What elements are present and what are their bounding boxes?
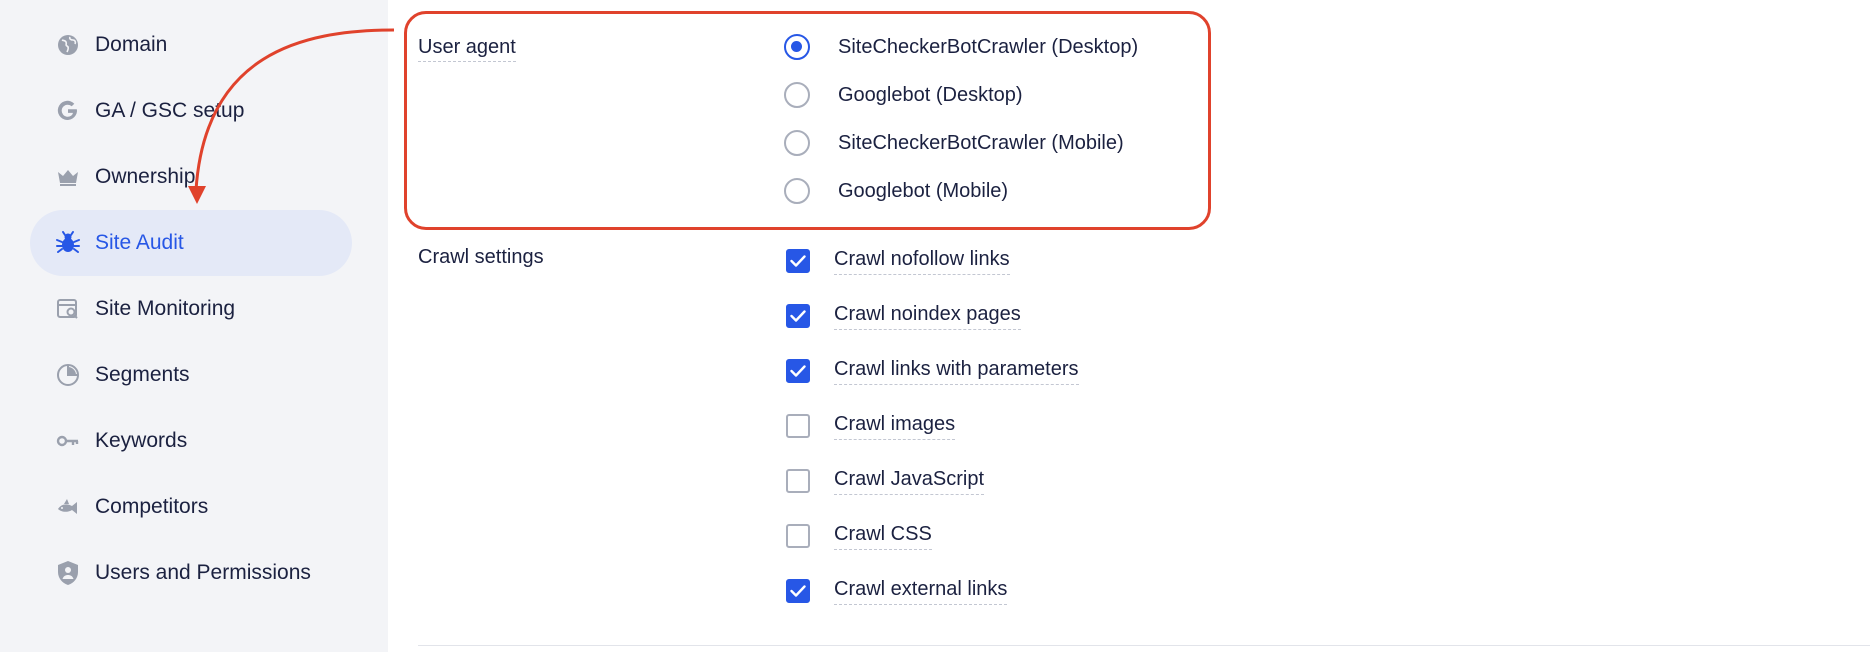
user-agent-label: User agent — [418, 35, 516, 62]
checkbox[interactable] — [786, 524, 810, 548]
sidebar: Domain GA / GSC setup Ownership Site Aud… — [0, 0, 388, 652]
sidebar-item-site-audit[interactable]: Site Audit — [30, 210, 352, 276]
fish-icon — [55, 494, 81, 520]
crawl-option[interactable]: Crawl nofollow links — [786, 244, 1010, 278]
radio-label: Googlebot (Mobile) — [838, 179, 1009, 202]
crawl-settings-label: Crawl settings — [418, 246, 544, 268]
checkbox[interactable] — [786, 469, 810, 493]
shield-user-icon — [55, 560, 81, 586]
sidebar-item-label: Segments — [95, 363, 190, 386]
crawl-option[interactable]: Crawl links with parameters — [786, 354, 1079, 388]
crawl-option[interactable]: Crawl CSS — [786, 519, 932, 553]
sidebar-item-label: Site Monitoring — [95, 297, 236, 320]
sidebar-item-domain[interactable]: Domain — [30, 12, 352, 78]
radio-button[interactable] — [784, 34, 810, 60]
radio-button[interactable] — [784, 82, 810, 108]
checkmark-icon — [790, 310, 806, 322]
divider — [418, 645, 1870, 646]
checkbox[interactable] — [786, 304, 810, 328]
user-agent-option[interactable]: SiteCheckerBotCrawler (Desktop) — [784, 31, 1138, 63]
checkbox-label: Crawl CSS — [834, 522, 932, 550]
checkbox-label: Crawl noindex pages — [834, 302, 1021, 330]
checkbox[interactable] — [786, 249, 810, 273]
checkbox[interactable] — [786, 359, 810, 383]
checkbox[interactable] — [786, 579, 810, 603]
key-icon — [55, 428, 81, 454]
sidebar-item-ga-gsc-setup[interactable]: GA / GSC setup — [30, 78, 352, 144]
sidebar-item-label: Domain — [95, 33, 168, 56]
bug-icon — [55, 230, 81, 256]
checkbox-label: Crawl JavaScript — [834, 467, 985, 495]
pie-chart-icon — [55, 362, 81, 388]
checkbox-label: Crawl links with parameters — [834, 357, 1079, 385]
sidebar-item-label: Users and Permissions — [95, 561, 311, 584]
globe-icon — [55, 32, 81, 58]
crawl-option[interactable]: Crawl external links — [786, 574, 1008, 608]
google-icon — [55, 98, 81, 124]
sidebar-item-label: GA / GSC setup — [95, 99, 245, 122]
checkbox[interactable] — [786, 414, 810, 438]
checkbox-label: Crawl nofollow links — [834, 247, 1010, 275]
crawl-option[interactable]: Crawl noindex pages — [786, 299, 1021, 333]
radio-label: Googlebot (Desktop) — [838, 83, 1023, 106]
sidebar-item-competitors[interactable]: Competitors — [30, 474, 352, 540]
user-agent-option[interactable]: SiteCheckerBotCrawler (Mobile) — [784, 127, 1124, 159]
sidebar-item-label: Site Audit — [95, 231, 184, 254]
checkbox-label: Crawl images — [834, 412, 956, 440]
sidebar-item-ownership[interactable]: Ownership — [30, 144, 352, 210]
crawl-option[interactable]: Crawl images — [786, 409, 956, 443]
sidebar-item-users-and-permissions[interactable]: Users and Permissions — [30, 540, 352, 606]
user-agent-option[interactable]: Googlebot (Desktop) — [784, 79, 1023, 111]
checkmark-icon — [790, 365, 806, 377]
checkmark-icon — [790, 255, 806, 267]
crawl-option[interactable]: Crawl JavaScript — [786, 464, 985, 498]
sidebar-item-label: Ownership — [95, 165, 196, 188]
radio-label: SiteCheckerBotCrawler (Mobile) — [838, 131, 1124, 154]
radio-button[interactable] — [784, 130, 810, 156]
radio-label: SiteCheckerBotCrawler (Desktop) — [838, 35, 1139, 58]
sidebar-item-label: Keywords — [95, 429, 188, 452]
checkbox-label: Crawl external links — [834, 577, 1008, 605]
radio-button[interactable] — [784, 178, 810, 204]
user-agent-option[interactable]: Googlebot (Mobile) — [784, 175, 1008, 207]
sidebar-item-label: Competitors — [95, 495, 209, 518]
checkmark-icon — [790, 585, 806, 597]
sidebar-item-site-monitoring[interactable]: Site Monitoring — [30, 276, 352, 342]
sidebar-item-segments[interactable]: Segments — [30, 342, 352, 408]
monitoring-icon — [55, 296, 81, 322]
crown-icon — [55, 164, 81, 190]
sidebar-item-keywords[interactable]: Keywords — [30, 408, 352, 474]
